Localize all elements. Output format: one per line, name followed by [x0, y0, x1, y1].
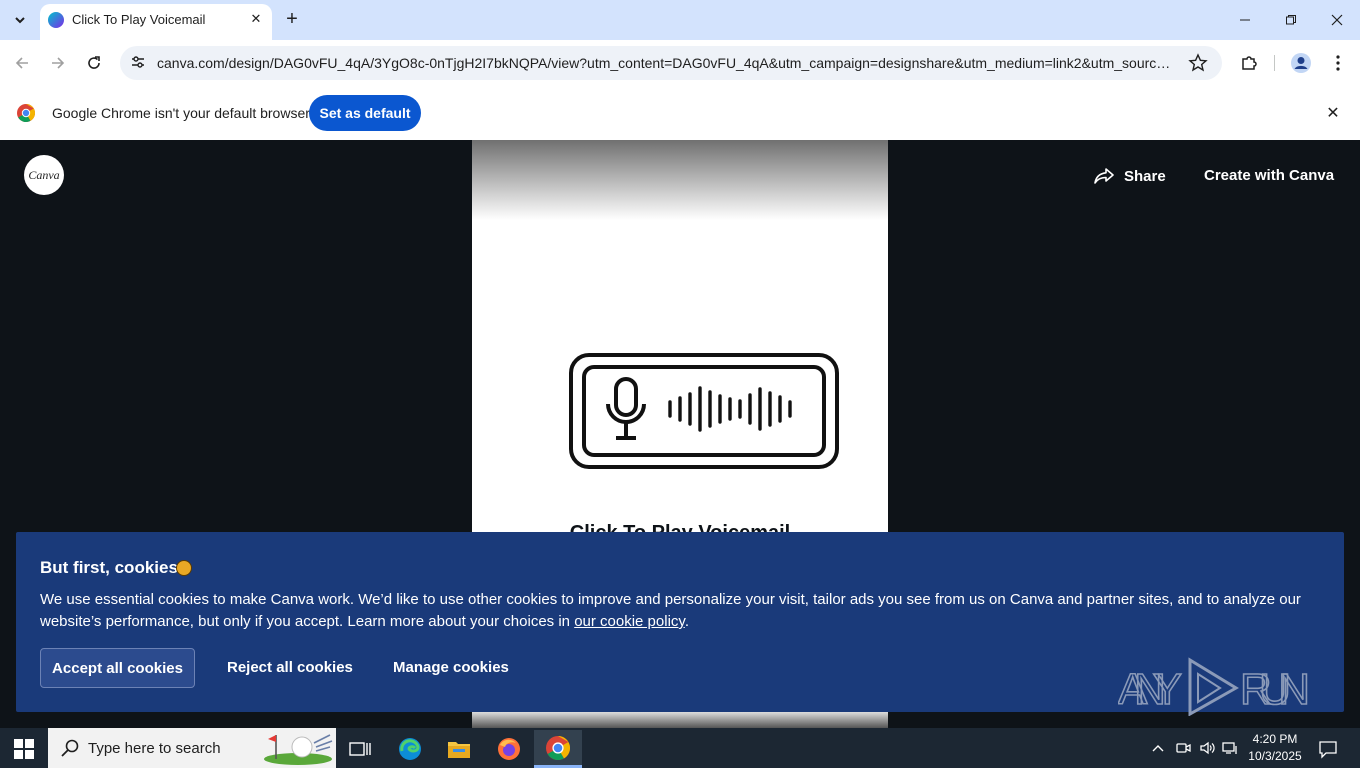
share-button[interactable]: Share — [1094, 163, 1166, 189]
infobar-message: Google Chrome isn't your default browser — [52, 105, 310, 121]
create-with-canva-button[interactable]: Create with Canva — [1204, 167, 1334, 184]
task-view-icon[interactable] — [336, 730, 384, 768]
design-page[interactable]: Click To Play Voicemail — [472, 140, 888, 532]
cookie-banner-title: But first, cookies — [40, 558, 178, 577]
tray-chevron-up-icon[interactable] — [1150, 740, 1166, 756]
next-page-edge — [472, 712, 888, 728]
reload-icon[interactable] — [82, 51, 106, 75]
forward-arrow-icon[interactable] — [46, 51, 70, 75]
extensions-puzzle-icon[interactable] — [1237, 51, 1261, 75]
accept-all-cookies-button[interactable]: Accept all cookies — [40, 648, 195, 688]
system-clock[interactable]: 4:20 PM 10/3/2025 — [1246, 731, 1304, 765]
voicemail-microphone-icon[interactable] — [568, 352, 840, 472]
firefox-browser-icon[interactable] — [485, 730, 533, 768]
cookie-policy-link[interactable]: our cookie policy — [574, 613, 685, 630]
clock-date: 10/3/2025 — [1248, 749, 1302, 763]
canva-favicon-icon — [48, 12, 64, 28]
tab-title: Click To Play Voicemail — [72, 12, 206, 27]
chrome-taskbar-icon[interactable] — [534, 730, 582, 768]
golf-search-highlight-icon — [264, 734, 333, 765]
tab-search-chevron-icon[interactable] — [8, 7, 32, 33]
restore-icon[interactable] — [1277, 8, 1305, 32]
network-monitor-icon[interactable] — [1222, 740, 1238, 756]
cookie-emoji-icon — [176, 560, 192, 576]
reject-all-cookies-button[interactable]: Reject all cookies — [227, 659, 353, 676]
site-info-tune-icon[interactable] — [130, 54, 146, 70]
toolbar-divider — [1274, 55, 1275, 71]
chrome-menu-kebab-icon[interactable] — [1326, 51, 1350, 75]
file-explorer-folder-icon[interactable] — [435, 730, 483, 768]
canva-logo[interactable]: Canva — [24, 155, 64, 195]
share-arrow-icon — [1094, 168, 1114, 184]
search-icon — [60, 738, 80, 758]
volume-speaker-icon[interactable] — [1199, 740, 1215, 756]
anyrun-watermark-logo: ANY RUN — [1118, 657, 1311, 716]
edge-browser-icon[interactable] — [386, 730, 434, 768]
infobar-close-icon[interactable]: ✕ — [1324, 104, 1342, 122]
back-arrow-icon[interactable] — [10, 51, 34, 75]
anyrun-text-right: RUN — [1240, 665, 1310, 714]
manage-cookies-button[interactable]: Manage cookies — [393, 659, 509, 676]
share-label: Share — [1124, 167, 1166, 185]
cookie-banner-text: We use essential cookies to make Canva w… — [40, 589, 1320, 633]
search-placeholder: Type here to search — [88, 740, 221, 757]
bookmark-star-icon[interactable] — [1188, 53, 1208, 73]
anyrun-text-left: ANY — [1118, 665, 1182, 714]
meet-now-icon[interactable] — [1175, 740, 1191, 756]
window-close-icon[interactable] — [1323, 8, 1351, 32]
page-top-shadow — [472, 140, 888, 220]
minimize-icon[interactable] — [1231, 8, 1259, 32]
notification-center-icon[interactable] — [1318, 739, 1338, 759]
page-title: Click To Play Voicemail — [472, 522, 888, 532]
new-tab-plus-icon[interactable]: + — [282, 9, 302, 29]
chrome-logo-icon — [17, 103, 36, 123]
url-text[interactable]: canva.com/design/DAG0vFU_4qA/3YgO8c-0nTj… — [157, 55, 1177, 71]
set-as-default-button[interactable]: Set as default — [309, 95, 421, 131]
profile-avatar-icon[interactable] — [1289, 51, 1313, 75]
tab-close-icon[interactable]: ✕ — [248, 11, 264, 27]
cookie-period: . — [684, 613, 689, 630]
clock-time: 4:20 PM — [1252, 732, 1298, 746]
windows-start-icon[interactable] — [14, 739, 34, 759]
